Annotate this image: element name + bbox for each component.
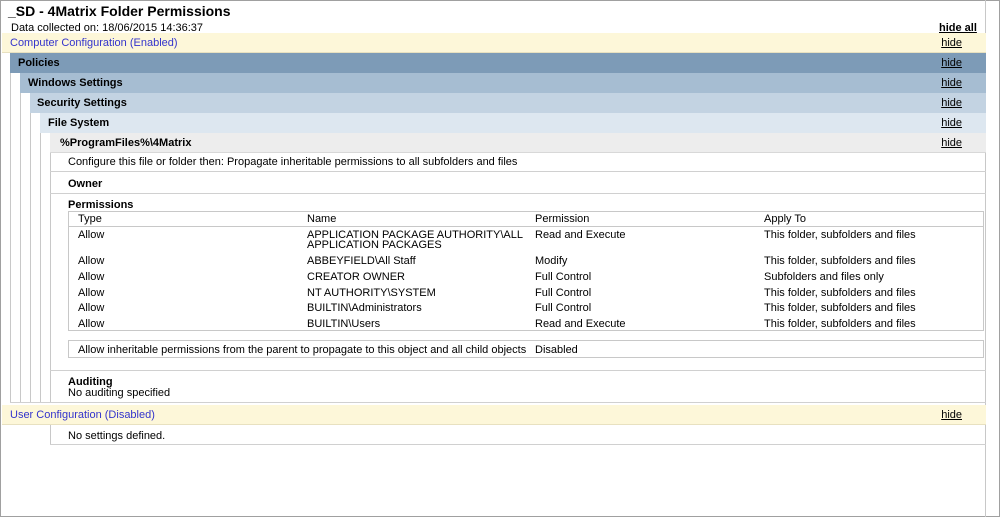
row-type: Allow (78, 287, 105, 299)
row-apply-to: This folder, subfolders and files (764, 287, 916, 299)
path-label: %ProgramFiles%\4Matrix (60, 137, 192, 149)
row-name: BUILTIN\Users (307, 318, 381, 330)
row-name: BUILTIN\Administrators (307, 302, 422, 314)
hide-user-configuration-link[interactable]: hide (941, 409, 962, 421)
row-permission: Full Control (535, 287, 592, 299)
hide-file-system-link[interactable]: hide (941, 117, 962, 129)
policies-label: Policies (18, 57, 60, 69)
computer-configuration-label: Computer Configuration (Enabled) (10, 37, 178, 49)
row-type: Allow (78, 302, 105, 314)
row-type: Allow (78, 229, 105, 241)
row-apply-to: This folder, subfolders and files (764, 302, 916, 314)
hide-path-link[interactable]: hide (941, 137, 962, 149)
divider (50, 193, 986, 194)
hide-windows-settings-link[interactable]: hide (941, 77, 962, 89)
divider (50, 370, 986, 371)
inheritance-label: Allow inheritable permissions from the p… (78, 344, 527, 356)
row-apply-to: This folder, subfolders and files (764, 255, 916, 267)
security-settings-label: Security Settings (37, 97, 127, 109)
row-apply-to: This folder, subfolders and files (764, 229, 916, 241)
windows-settings-row[interactable]: Windows Settings hide (20, 73, 986, 93)
row-type: Allow (78, 255, 105, 267)
user-configuration-row[interactable]: User Configuration (Disabled) hide (2, 405, 986, 425)
hide-security-settings-link[interactable]: hide (941, 97, 962, 109)
indent-line-2 (20, 93, 21, 403)
hide-computer-configuration-link[interactable]: hide (941, 37, 962, 49)
divider (50, 444, 986, 445)
indent-line-3 (30, 113, 31, 403)
user-configuration-label: User Configuration (Disabled) (10, 409, 155, 421)
auditing-value: No auditing specified (68, 387, 171, 399)
file-system-label: File System (48, 117, 110, 129)
row-name: CREATOR OWNER (307, 271, 405, 283)
column-header-permission: Permission (535, 213, 590, 225)
row-permission: Modify (535, 255, 568, 267)
file-system-row[interactable]: File System hide (40, 113, 986, 133)
column-header-apply-to: Apply To (764, 213, 806, 225)
column-header-name: Name (307, 213, 337, 225)
row-apply-to: Subfolders and files only (764, 271, 884, 283)
permissions-heading: Permissions (68, 199, 134, 211)
row-type: Allow (78, 318, 105, 330)
page-title: _SD - 4Matrix Folder Permissions (8, 3, 231, 19)
inheritance-value: Disabled (535, 344, 578, 356)
table-header-divider (69, 226, 983, 227)
row-permission: Full Control (535, 302, 592, 314)
security-settings-row[interactable]: Security Settings hide (30, 93, 986, 113)
computer-configuration-row[interactable]: Computer Configuration (Enabled) hide (2, 33, 986, 53)
permissions-table: Type Name Permission Apply To Allow APPL… (68, 211, 984, 331)
row-name: NT AUTHORITY\SYSTEM (307, 287, 436, 299)
row-permission: Read and Execute (535, 229, 626, 241)
hide-policies-link[interactable]: hide (941, 57, 962, 69)
configure-text: Configure this file or folder then: Prop… (68, 156, 518, 168)
user-configuration-value: No settings defined. (68, 430, 166, 442)
row-permission: Full Control (535, 271, 592, 283)
indent-line-1 (10, 73, 11, 403)
inheritance-table: Allow inheritable permissions from the p… (68, 340, 984, 358)
divider (50, 171, 986, 172)
row-apply-to: This folder, subfolders and files (764, 318, 916, 330)
windows-settings-label: Windows Settings (28, 77, 123, 89)
row-name-continued: APPLICATION PACKAGES (307, 239, 442, 251)
row-type: Allow (78, 271, 105, 283)
indent-line-4 (40, 133, 41, 403)
row-name: ABBEYFIELD\All Staff (307, 255, 416, 267)
policies-row[interactable]: Policies hide (10, 53, 986, 73)
column-header-type: Type (78, 213, 102, 225)
indent-line-5 (50, 153, 51, 403)
path-row[interactable]: %ProgramFiles%\4Matrix hide (50, 133, 986, 153)
indent-line (50, 425, 51, 445)
row-permission: Read and Execute (535, 318, 626, 330)
divider (10, 402, 986, 403)
owner-heading: Owner (68, 178, 103, 190)
